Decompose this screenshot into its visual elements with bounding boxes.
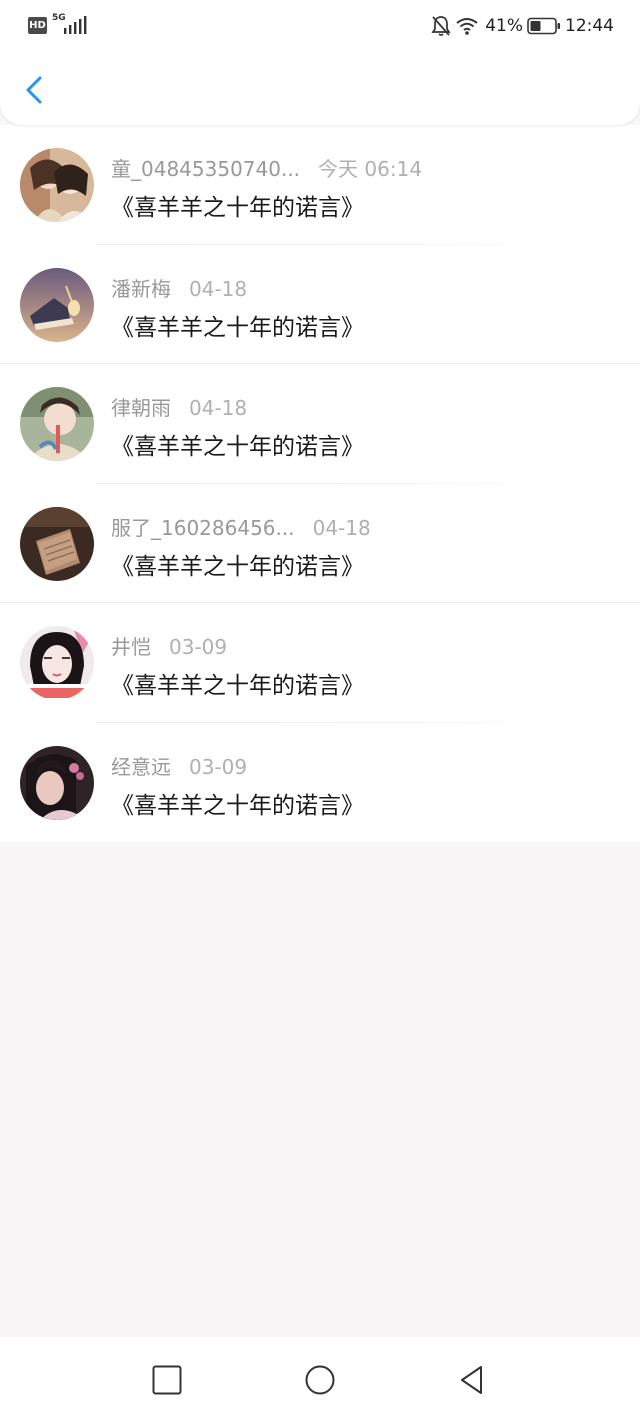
avatar[interactable] [20, 267, 94, 342]
timestamp: 03-09 [189, 754, 248, 779]
battery-percent: 41% [485, 16, 523, 36]
system-nav-bar [0, 1337, 640, 1422]
timestamp: 03-09 [169, 635, 228, 659]
message-title: 《喜羊羊之十年的诺言》 [111, 792, 364, 819]
message-title: 《喜羊羊之十年的诺言》 [111, 434, 364, 460]
message-title: 《喜羊羊之十年的诺言》 [111, 314, 364, 341]
message-meta: 经意远 03-09 [111, 751, 247, 780]
timestamp: 04-18 [312, 515, 371, 540]
timestamp: 04-18 [189, 396, 248, 420]
message-list: 童_04845350740... 今天 06:14 《喜羊羊之十年的诺言》 潘新… [0, 125, 640, 842]
message-meta: 律朝雨 04-18 [111, 392, 247, 421]
message-meta: 井恺 03-09 [111, 631, 227, 660]
user-name: 服了_160286456... [111, 515, 295, 540]
status-bar: HD 5G 41% 12:44 [0, 0, 640, 52]
circle-home-icon[interactable] [303, 1363, 337, 1397]
battery-icon [527, 17, 560, 35]
timestamp: 04-18 [189, 276, 248, 301]
message-title: 《喜羊羊之十年的诺言》 [111, 553, 364, 580]
chevron-left-icon [26, 76, 42, 104]
top-bar: HD 5G 41% 12:44 [0, 0, 640, 125]
user-name: 律朝雨 [111, 396, 171, 420]
user-name: 井恺 [111, 635, 151, 659]
message-title: 《喜羊羊之十年的诺言》 [111, 673, 364, 699]
list-item[interactable]: 经意远 03-09 《喜羊羊之十年的诺言》 [0, 723, 640, 843]
timestamp: 今天 06:14 [318, 157, 423, 181]
user-name: 经意远 [111, 754, 171, 779]
list-item[interactable]: 服了_160286456... 04-18 《喜羊羊之十年的诺言》 [0, 484, 640, 604]
list-item[interactable]: 律朝雨 04-18 《喜羊羊之十年的诺言》 [0, 364, 640, 484]
user-name: 童_04845350740... [111, 157, 301, 181]
clock: 12:44 [565, 16, 614, 36]
list-item[interactable]: 童_04845350740... 今天 06:14 《喜羊羊之十年的诺言》 [0, 125, 640, 245]
back-button[interactable] [16, 68, 56, 112]
wifi-icon [456, 18, 478, 35]
message-meta: 服了_160286456... 04-18 [111, 512, 371, 541]
message-meta: 潘新梅 04-18 [111, 273, 247, 302]
triangle-back-icon[interactable] [456, 1363, 490, 1397]
message-title: 《喜羊羊之十年的诺言》 [111, 195, 364, 221]
user-name: 潘新梅 [111, 276, 171, 301]
list-item[interactable]: 井恺 03-09 《喜羊羊之十年的诺言》 [0, 603, 640, 723]
hd-badge-icon: HD [28, 17, 47, 34]
avatar[interactable] [20, 506, 94, 581]
avatar[interactable] [20, 387, 94, 461]
square-recents-icon[interactable] [150, 1363, 184, 1397]
bell-mute-icon [431, 16, 451, 36]
list-item[interactable]: 潘新梅 04-18 《喜羊羊之十年的诺言》 [0, 245, 640, 365]
avatar[interactable] [20, 745, 94, 820]
message-meta: 童_04845350740... 今天 06:14 [111, 153, 422, 182]
avatar[interactable] [20, 148, 94, 222]
avatar[interactable] [20, 626, 94, 700]
signal-icon [64, 16, 87, 34]
status-right-group: 41% 12:44 [431, 14, 614, 38]
